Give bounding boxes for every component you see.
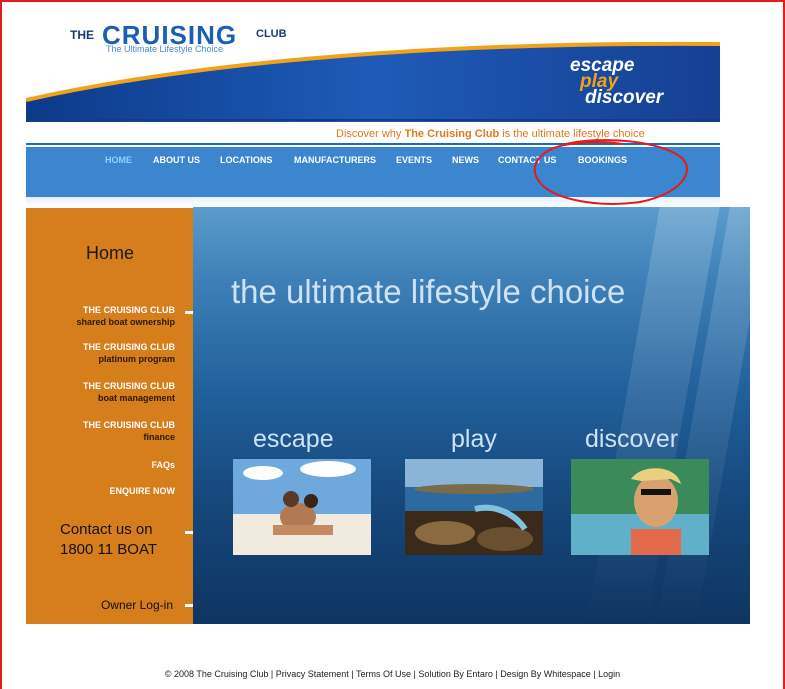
footer-privacy-link[interactable]: Privacy Statement <box>276 669 349 679</box>
sidebar-tick <box>185 311 193 314</box>
footer-separator: | <box>268 669 276 679</box>
site-footer: © 2008 The Cruising Club | Privacy State… <box>0 669 785 679</box>
discover-brand: The Cruising Club <box>404 128 500 140</box>
logo-club: CLUB <box>256 28 287 40</box>
sidebar-link-shared-boat-ownership[interactable]: THE CRUISING CLUB shared boat ownership <box>76 304 175 328</box>
nav-news[interactable]: NEWS <box>452 155 479 165</box>
sidebar: Home THE CRUISING CLUB shared boat owner… <box>26 208 193 624</box>
sidebar-link-faqs[interactable]: FAQs <box>151 459 175 471</box>
play-photo[interactable] <box>405 459 543 555</box>
sidebar-link-sub: finance <box>143 432 175 442</box>
sidebar-title: Home <box>86 243 135 263</box>
sidebar-link-finance[interactable]: THE CRUISING CLUB finance <box>83 419 175 443</box>
nav-locations[interactable]: LOCATIONS <box>220 155 272 165</box>
escape-photo[interactable] <box>233 459 371 555</box>
footer-whitespace-link[interactable]: Design By Whitespace <box>500 669 591 679</box>
sidebar-tick <box>185 531 193 534</box>
nav-about-us[interactable]: ABOUT US <box>153 155 200 165</box>
hero-banner: the ultimate lifestyle choice escape pla… <box>193 207 750 624</box>
hero-word-escape: escape <box>253 425 334 453</box>
sidebar-link-sub: shared boat ownership <box>76 317 175 327</box>
discover-prefix: Discover why <box>336 128 405 140</box>
sidebar-link-main: ENQUIRE NOW <box>109 486 175 496</box>
sidebar-link-sub: platinum program <box>98 354 175 364</box>
hero-word-discover: discover <box>585 425 679 453</box>
hero-word-play: play <box>451 425 497 453</box>
footer-terms-link[interactable]: Terms Of Use <box>356 669 411 679</box>
sidebar-link-main: THE CRUISING CLUB <box>83 381 175 391</box>
footer-entaro-link[interactable]: Solution By Entaro <box>418 669 493 679</box>
nav-home[interactable]: HOME <box>105 155 132 165</box>
annotation-circle <box>533 139 688 205</box>
sidebar-link-platinum-program[interactable]: THE CRUISING CLUB platinum program <box>83 341 175 365</box>
contact-phone: 1800 11 BOAT <box>60 541 158 558</box>
nav-events[interactable]: EVENTS <box>396 155 432 165</box>
owner-login-link[interactable]: Owner Log-in <box>101 598 173 612</box>
slogan-discover: discover <box>585 87 664 108</box>
contact-line-1: Contact us on <box>60 521 153 538</box>
sidebar-link-main: THE CRUISING CLUB <box>83 420 175 430</box>
sidebar-tick <box>185 604 193 607</box>
sidebar-link-sub: boat management <box>97 393 175 403</box>
footer-separator: | <box>590 669 599 679</box>
sidebar-link-main: THE CRUISING CLUB <box>83 342 175 352</box>
sidebar-link-main: FAQs <box>151 460 175 470</box>
discover-photo[interactable] <box>571 459 709 555</box>
header-slogan: escape play discover <box>540 56 690 108</box>
nav-manufacturers[interactable]: MANUFACTURERS <box>294 155 376 165</box>
sidebar-link-boat-management[interactable]: THE CRUISING CLUB boat management <box>83 380 175 404</box>
hero-title: the ultimate lifestyle choice <box>231 273 626 310</box>
footer-copyright: © 2008 The Cruising Club <box>164 669 269 679</box>
footer-separator: | <box>348 669 356 679</box>
footer-login-link[interactable]: Login <box>598 669 620 679</box>
sidebar-link-main: THE CRUISING CLUB <box>83 305 175 315</box>
sidebar-link-enquire-now[interactable]: ENQUIRE NOW <box>109 485 175 497</box>
sidebar-contact: Contact us on 1800 11 BOAT <box>60 520 157 560</box>
